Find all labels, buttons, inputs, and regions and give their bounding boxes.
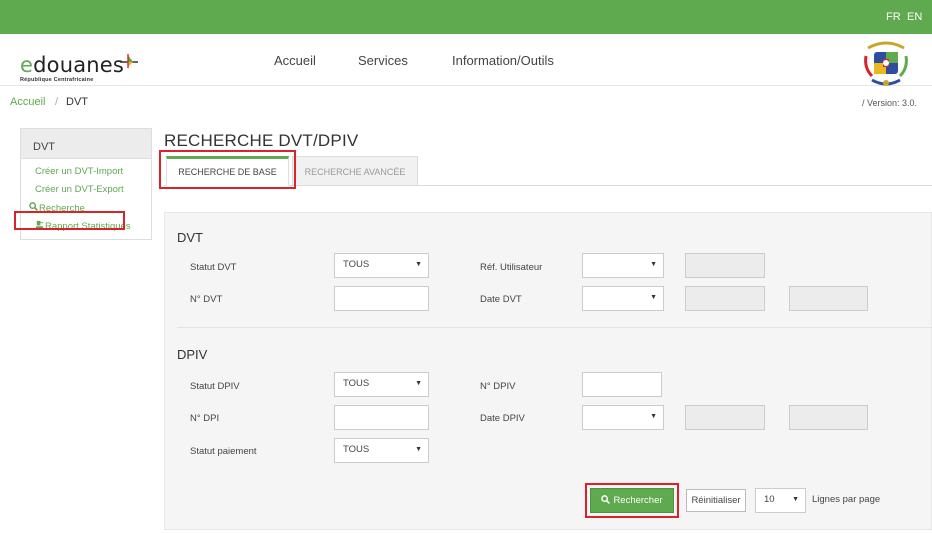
statut-paiement-select[interactable]: TOUS ▼ <box>334 438 429 463</box>
highlight-search-button-box <box>585 483 679 518</box>
date-dpiv-to-field[interactable] <box>789 405 868 430</box>
nav-information-outils[interactable]: Information/Outils <box>452 53 554 68</box>
nav-accueil[interactable]: Accueil <box>274 53 316 68</box>
page-size-value: 10 <box>764 494 775 505</box>
num-dpiv-label: N° DPIV <box>480 381 516 392</box>
page-size-select[interactable]: 10 ▼ <box>755 488 806 513</box>
flag-arrow-icon <box>120 54 138 68</box>
date-dvt-from-field[interactable] <box>685 286 765 311</box>
date-dvt-select[interactable]: ▼ <box>582 286 664 311</box>
date-dpiv-select[interactable]: ▼ <box>582 405 664 430</box>
logo-text: douanes <box>33 53 125 77</box>
num-dpiv-input[interactable] <box>582 372 662 397</box>
tab-recherche-avancee[interactable]: RECHERCHE AVANCÉE <box>292 156 418 186</box>
lang-fr-link[interactable]: FR <box>886 11 901 23</box>
caret-down-icon: ▼ <box>792 496 799 503</box>
ref-utilisateur-label: Réf. Utilisateur <box>480 262 543 273</box>
statut-dvt-value: TOUS <box>343 259 370 270</box>
ref-utilisateur-select[interactable]: ▼ <box>582 253 664 278</box>
reset-button[interactable]: Réinitialiser <box>686 489 746 512</box>
coat-of-arms-icon <box>864 41 908 86</box>
sidebar-title: DVT <box>21 129 151 159</box>
sidebar-item-create-dvt-import[interactable]: Créer un DVT-Import <box>21 163 151 181</box>
highlight-recherche-box <box>14 211 125 230</box>
caret-down-icon: ▼ <box>415 380 422 387</box>
section-divider <box>177 327 932 328</box>
highlight-tab-box <box>159 150 296 189</box>
caret-down-icon: ▼ <box>415 446 422 453</box>
statut-dpiv-select[interactable]: TOUS ▼ <box>334 372 429 397</box>
date-dpiv-label: Date DPIV <box>480 413 525 424</box>
date-dpiv-from-field[interactable] <box>685 405 765 430</box>
sidebar-item-create-dvt-export[interactable]: Créer un DVT-Export <box>21 181 151 199</box>
num-dpi-label: N° DPI <box>190 413 220 424</box>
lang-en-link[interactable]: EN <box>907 11 922 23</box>
num-dpi-input[interactable] <box>334 405 429 430</box>
page-size-label: Lignes par page <box>812 494 881 505</box>
sidebar-item-label: Créer un DVT-Export <box>35 184 124 195</box>
breadcrumb-current: DVT <box>66 96 88 108</box>
statut-paiement-value: TOUS <box>343 444 370 455</box>
nav-services[interactable]: Services <box>358 53 408 68</box>
num-dvt-input[interactable] <box>334 286 429 311</box>
edouanes-logo[interactable]: edouanes République Centrafricaine <box>20 54 124 83</box>
date-dvt-to-field[interactable] <box>789 286 868 311</box>
statut-dpiv-label: Statut DPIV <box>190 381 240 392</box>
statut-dvt-label: Statut DVT <box>190 262 237 273</box>
page-title: RECHERCHE DVT/DPIV <box>164 131 359 150</box>
caret-down-icon: ▼ <box>650 261 657 268</box>
search-form-panel <box>164 212 932 530</box>
caret-down-icon: ▼ <box>650 294 657 301</box>
top-bar <box>0 0 932 34</box>
sidebar-item-label: Créer un DVT-Import <box>35 166 124 177</box>
caret-down-icon: ▼ <box>415 261 422 268</box>
caret-down-icon: ▼ <box>650 413 657 420</box>
breadcrumb-separator: / <box>55 96 59 108</box>
num-dvt-label: N° DVT <box>190 294 223 305</box>
statut-dvt-select[interactable]: TOUS ▼ <box>334 253 429 278</box>
section-title-dpiv: DPIV <box>177 347 208 362</box>
breadcrumb-home[interactable]: Accueil <box>10 96 45 108</box>
statut-paiement-label: Statut paiement <box>190 446 257 457</box>
section-title-dvt: DVT <box>177 230 203 245</box>
logo-subtitle: République Centrafricaine <box>20 77 94 83</box>
statut-dpiv-value: TOUS <box>343 378 370 389</box>
version-label: / Version: 3.0. <box>862 98 918 108</box>
logo-e: e <box>20 53 34 77</box>
date-dvt-label: Date DVT <box>480 294 522 305</box>
ref-utilisateur-field <box>685 253 765 278</box>
